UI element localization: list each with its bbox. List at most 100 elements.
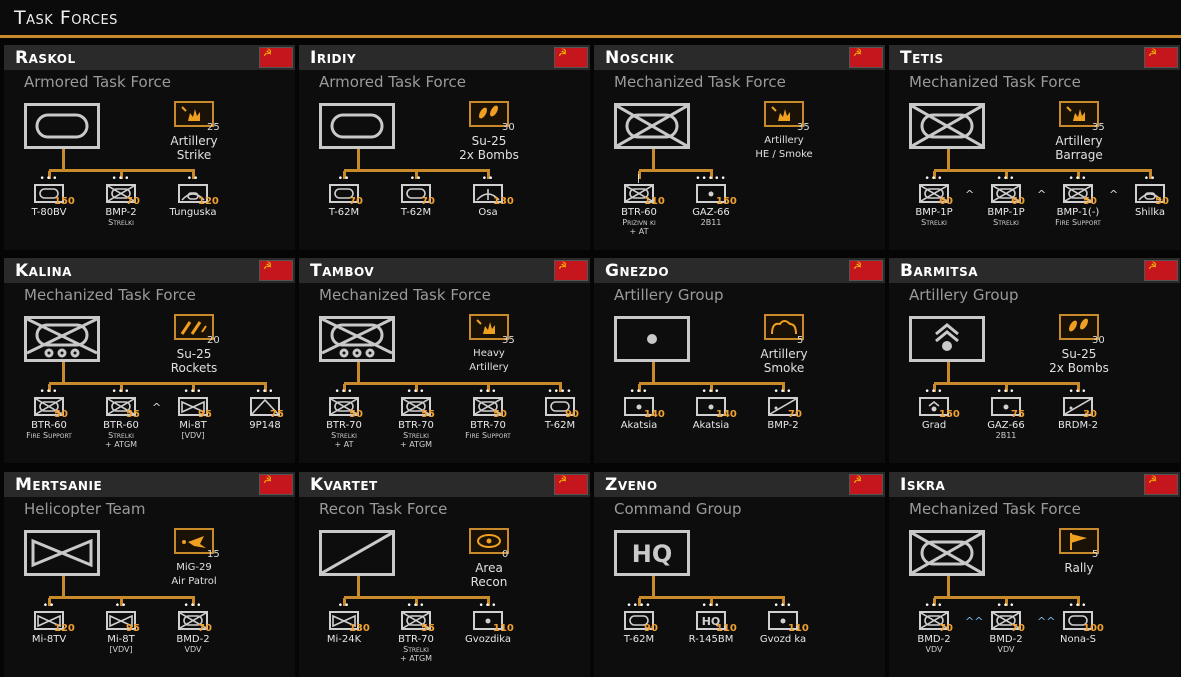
card-header: Kvartet: [299, 472, 590, 497]
subunit[interactable]: ••• 100 Nona-S: [1043, 598, 1113, 676]
task-force-card[interactable]: Iridiy Armored Task Force 30 Su-25 2x Bo…: [299, 45, 590, 250]
soviet-flag-icon: [1144, 47, 1178, 68]
subunit[interactable]: •••• 90 T-62M: [525, 384, 590, 462]
subunit[interactable]: ••• 55 BTR-70 Strelki + ATGM: [381, 384, 451, 462]
subunit[interactable]: ••• 50 ^ BMP-1(-) Fire Support: [1043, 171, 1118, 249]
soviet-flag-icon: [259, 474, 293, 495]
hq-unit-symbol-icon[interactable]: [24, 103, 100, 149]
hq-unit-symbol-icon[interactable]: [909, 530, 985, 576]
subunit[interactable]: ••• 70 BMP-2 Strelki: [86, 171, 156, 249]
unit-name: Mi-24K: [326, 634, 362, 645]
unit-strength: 140: [644, 409, 665, 420]
hq-unit-symbol-icon[interactable]: [319, 316, 395, 362]
subunit[interactable]: •• 120 Mi-8TV: [14, 598, 84, 676]
unit-subtitle-line2: + ATGM: [399, 440, 433, 449]
unit-name: BRDM-2: [1057, 420, 1099, 431]
subunit[interactable]: •• 130 Osa: [453, 171, 523, 249]
hq-unit-symbol-icon[interactable]: [319, 530, 395, 576]
unit-subtitle-line1: Strelki: [108, 218, 134, 227]
unit-subtitle: Strelki + ATGM: [381, 431, 451, 449]
hq-unit-symbol-icon[interactable]: [909, 103, 985, 149]
subunit[interactable]: •• 70 T-62M: [381, 171, 451, 249]
task-force-card[interactable]: Tambov Mechanized Task Force 35 Heavy Ar…: [299, 258, 590, 463]
subunit[interactable]: ••• 30 BRDM-2: [1043, 384, 1113, 462]
unit-name: Osa: [478, 207, 498, 218]
hq-unit-symbol-icon[interactable]: [614, 103, 690, 149]
subunit[interactable]: ••• 75 ^ 9P148: [230, 384, 295, 462]
unit-name: Mi-8T: [179, 420, 207, 431]
task-force-name: Noschik: [605, 48, 675, 68]
subunit-list: ••• 50 BTR-60 Fire Support ••• 55 ^ BTR-…: [4, 384, 295, 463]
unit-size-dots: ••: [42, 601, 56, 611]
support-label: Rally: [1029, 561, 1129, 575]
task-force-type: Mechanized Task Force: [909, 500, 1081, 518]
subunit-list: ••• 50 BTR-70 Strelki + AT ••• 55 BTR-70…: [299, 384, 590, 463]
hq-unit-symbol-icon[interactable]: [319, 103, 395, 149]
task-force-card[interactable]: Zveno Command Group HQ •••• 90 T-62M •••…: [594, 472, 885, 677]
subunit[interactable]: ••• 70 BMD-2 VDV: [158, 598, 228, 676]
unit-subtitle-line1: [VDV]: [109, 645, 133, 654]
subunit[interactable]: •• 120 Tunguska: [158, 171, 228, 249]
hq-unit-symbol-icon[interactable]: HQ: [614, 530, 690, 576]
unit-strength: 110: [493, 623, 514, 634]
task-force-card[interactable]: Kalina Mechanized Task Force 20 Su-25 Ro…: [4, 258, 295, 463]
unit-subtitle-line1: Fire Support: [1055, 218, 1101, 227]
subunit[interactable]: ••• 50 BTR-60 Fire Support: [14, 384, 84, 462]
unit-size-dots: ••: [337, 601, 351, 611]
unit-strength: 95: [198, 409, 212, 420]
task-force-type: Armored Task Force: [24, 73, 172, 91]
task-force-card[interactable]: Mertsanie Helicopter Team 15 MiG-29 Air …: [4, 472, 295, 677]
subunit[interactable]: ••• 140 Akatsia: [604, 384, 674, 462]
subunit[interactable]: ••• 60 ^ BMP-1P Strelki: [971, 171, 1046, 249]
unit-strength: 110: [644, 196, 665, 207]
subunit[interactable]: •• 95 Mi-8T [VDV]: [86, 598, 156, 676]
unit-subtitle: 2B11: [971, 431, 1041, 440]
subunit[interactable]: ••• 75 GAZ-66 2B11: [971, 384, 1041, 462]
unit-name: Akatsia: [620, 420, 658, 431]
support-label: Artillery Strike: [144, 134, 244, 162]
org-line: [947, 149, 950, 171]
subunit[interactable]: ••• 140 Akatsia: [676, 384, 746, 462]
unit-size-dots: •••: [924, 387, 944, 397]
task-force-type: Artillery Group: [614, 286, 724, 304]
hq-unit-symbol-icon[interactable]: [24, 316, 100, 362]
subunit[interactable]: ••• 95 Mi-8T [VDV]: [158, 384, 228, 462]
task-force-card[interactable]: Noschik Mechanized Task Force 35 Artille…: [594, 45, 885, 250]
task-force-card[interactable]: Tetis Mechanized Task Force 35 Artillery…: [889, 45, 1180, 250]
subunit[interactable]: ••• 70 ^^ BMD-2 VDV: [971, 598, 1055, 676]
task-force-card[interactable]: Kvartet Recon Task Force 0 Area Recon ••…: [299, 472, 590, 677]
subunit[interactable]: •••• 90 T-62M: [604, 598, 674, 676]
hq-unit-symbol-icon[interactable]: [614, 316, 690, 362]
subunit[interactable]: ••• 150 T-80BV: [14, 171, 84, 249]
title-bar: Task Forces: [0, 0, 1181, 38]
subunit[interactable]: ••• HQ 110 R-145BM: [676, 598, 746, 676]
task-force-card[interactable]: Gnezdo Artillery Group 5 Artillery Smoke…: [594, 258, 885, 463]
unit-size-dots: •••: [996, 601, 1016, 611]
hq-unit-symbol-icon[interactable]: [24, 530, 100, 576]
subunit[interactable]: ••••• 150 GAZ-66 2B11: [676, 171, 746, 249]
subunit[interactable]: •• 50 Shilka: [1115, 171, 1180, 249]
subunit[interactable]: ••• 50 BTR-70 Fire Support: [453, 384, 523, 462]
hq-unit-symbol-icon[interactable]: [909, 316, 985, 362]
subunit[interactable]: •• 130 Mi-24K: [309, 598, 379, 676]
task-force-card[interactable]: Barmitsa Artillery Group 30 Su-25 2x Bom…: [889, 258, 1180, 463]
task-force-card[interactable]: Raskol Armored Task Force 25 Artillery S…: [4, 45, 295, 250]
subunit[interactable]: ••• 55 ^ BTR-60 Strelki + ATGM: [86, 384, 161, 462]
unit-name: BMP-1(-): [1056, 207, 1100, 218]
subunit[interactable]: ••• 70 ^^ BMD-2 VDV: [899, 598, 983, 676]
subunit[interactable]: ••• 60 ^ BMP-1P Strelki: [899, 171, 974, 249]
unit-name: T-62M: [544, 420, 576, 431]
subunit[interactable]: ••• 70 BMP-2: [748, 384, 818, 462]
subunit[interactable]: | 110 BTR-60 Prizivn ki + AT: [604, 171, 674, 249]
subunit[interactable]: ••• 150 Grad: [899, 384, 969, 462]
task-force-card[interactable]: Iskra Mechanized Task Force 5 Rally ••• …: [889, 472, 1180, 677]
subunit[interactable]: ••• 110 Gvozdika: [453, 598, 523, 676]
subunit[interactable]: •• 70 T-62M: [309, 171, 379, 249]
unit-strength: 60: [939, 196, 953, 207]
unit-strength: 75: [1011, 409, 1025, 420]
org-line: [62, 576, 65, 598]
subunit[interactable]: ••• 110 Gvozd ka: [748, 598, 818, 676]
subunit[interactable]: ••• 55 BTR-70 Strelki + ATGM: [381, 598, 451, 676]
support-count: 0: [502, 549, 509, 560]
subunit[interactable]: ••• 50 BTR-70 Strelki + AT: [309, 384, 379, 462]
